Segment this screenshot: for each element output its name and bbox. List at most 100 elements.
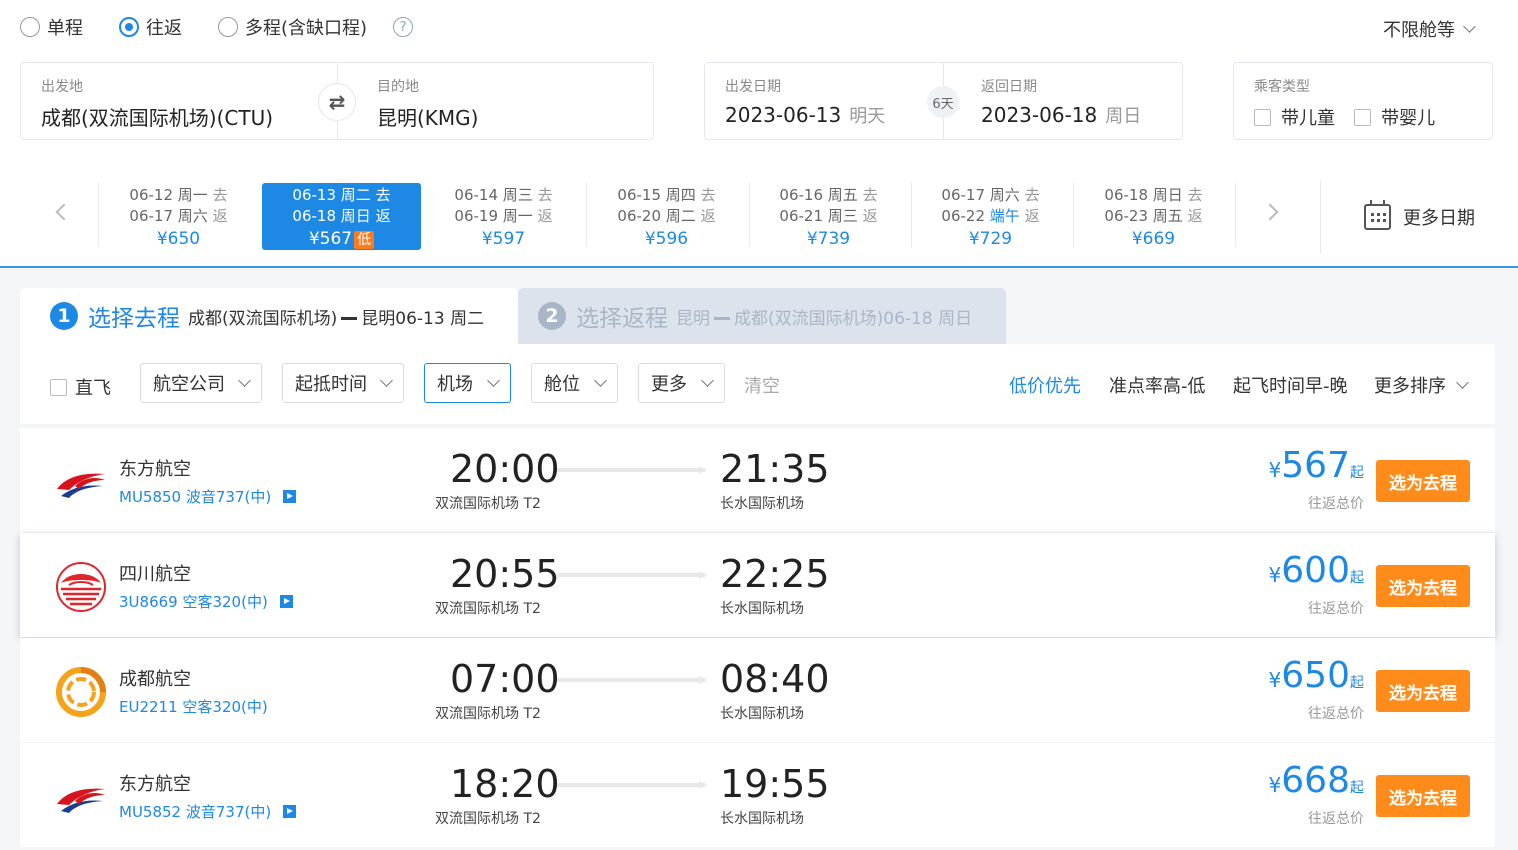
return-date-value: 2023-06-18 周日 (981, 103, 1142, 127)
more-dates-button[interactable]: 更多日期 (1320, 180, 1518, 254)
round-trip-price: ¥567起 (1268, 445, 1364, 486)
date-option[interactable]: 06-14 周三 去 06-19 周一 返 ¥597 (424, 183, 583, 250)
chevron-right-icon[interactable] (1261, 203, 1279, 221)
step-tabs: 1 选择去程 成都(双流国际机场) 昆明06-13 周二 2 选择返程 昆明 成都(… (20, 288, 1495, 344)
trip-type-roundtrip[interactable]: 往返 (119, 14, 182, 40)
date-option[interactable]: 06-17 周六 去 06-22 端午 返 ¥729 (911, 183, 1070, 250)
arrival-time: 21:35 (720, 447, 830, 491)
help-icon[interactable]: ? (393, 17, 414, 37)
trip-type-label: 多程(含缺口程) (245, 18, 368, 39)
flight-row[interactable]: 四川航空 3U8669 空客320(中) 20:55 双流国际机场 T2 22:25 长水… (20, 533, 1495, 637)
with-infant-checkbox[interactable]: 带婴儿 (1354, 104, 1435, 130)
trip-type-oneway[interactable]: 单程 (20, 14, 83, 40)
date-price: ¥650 (156, 229, 201, 249)
sort-low-price[interactable]: 低价优先 (1009, 372, 1081, 398)
trip-type-multi[interactable]: 多程(含缺口程) (218, 14, 367, 40)
arrival-airport: 长水国际机场 (720, 706, 804, 722)
back-date: 06-20 周二 返 (617, 207, 716, 225)
video-play-icon[interactable] (279, 595, 293, 608)
flight-row[interactable]: 成都航空 EU2211 空客320(中) 07:00 双流国际机场 T2 08:40 长水… (20, 638, 1495, 742)
select-outbound-button[interactable]: 选为去程 (1376, 775, 1470, 817)
destination-value: 昆明(KMG) (377, 106, 479, 130)
price-block: ¥650起往返总价 (1269, 656, 1364, 723)
return-date-field[interactable]: 返回日期 2023-06-18 周日 (981, 76, 1141, 128)
sort-depart-time[interactable]: 起飞时间早-晚 (1233, 372, 1348, 398)
origin-field[interactable]: 出发地 成都(双流国际机场)(CTU) (41, 76, 273, 131)
results-panel: 1 选择去程 成都(双流国际机场) 昆明06-13 周二 2 选择返程 昆明 成都(… (20, 288, 1495, 850)
go-date: 06-14 周三 去 (454, 186, 553, 204)
date-option[interactable]: 06-18 周日 去 06-23 周五 返 ¥669 (1074, 183, 1233, 250)
price-block: ¥668起 往返总价 (1269, 761, 1364, 828)
airline-logo-icon (55, 561, 107, 613)
trip-days-badge: 6天 (927, 86, 959, 118)
airline-name: 东方航空 (119, 459, 191, 480)
round-trip-price: ¥600起 (1268, 550, 1364, 591)
cabin-class-select[interactable]: 不限舱等 (1383, 16, 1476, 42)
destination-field[interactable]: 目的地 昆明(KMG) (377, 76, 478, 131)
departure-airport: 双流国际机场 T2 (435, 811, 541, 827)
airline-filter[interactable]: 航空公司 (140, 363, 262, 403)
airline-logo-icon (55, 771, 107, 823)
video-play-icon[interactable] (283, 490, 297, 503)
low-price-badge: 低 (354, 231, 375, 249)
chevron-down-icon (701, 374, 714, 387)
filter-bar: 直飞 航空公司 起抵时间 机场 舱位 更多 清空 低价优先 准点率高-低 起飞时… (20, 344, 1495, 424)
airline-name: 四川航空 (119, 564, 191, 585)
trip-type-label: 单程 (47, 18, 83, 39)
chevron-left-icon[interactable] (55, 203, 73, 221)
departure-airport: 双流国际机场 T2 (435, 601, 541, 617)
radio-icon (218, 17, 238, 37)
cabin-filter[interactable]: 舱位 (531, 363, 618, 403)
direct-flight-checkbox[interactable]: 直飞 (50, 374, 111, 400)
return-date-label: 返回日期 (981, 79, 1037, 95)
flight-path-line (557, 781, 707, 789)
airport-filter[interactable]: 机场 (424, 363, 511, 403)
date-price: ¥567 低 (262, 229, 421, 250)
more-filter[interactable]: 更多 (638, 363, 725, 403)
step-title: 选择去程 (88, 306, 180, 332)
round-trip-price: ¥668起 (1268, 760, 1364, 801)
date-option[interactable]: 06-12 周一 去 06-17 周六 返 ¥650 (99, 183, 258, 250)
flight-number-aircraft[interactable]: EU2211 空客320(中) (119, 696, 268, 717)
radio-checked-icon (119, 17, 139, 37)
video-play-icon[interactable] (283, 805, 297, 818)
date-option[interactable]: 06-13 周二 去 06-18 周日 返 ¥567 低 (262, 183, 421, 250)
route-box: 出发地 成都(双流国际机场)(CTU) ⇄ 目的地 昆明(KMG) (20, 62, 654, 140)
flight-number-aircraft[interactable]: 3U8669 空客320(中) (119, 591, 293, 612)
swap-icon[interactable]: ⇄ (318, 83, 356, 121)
flight-number-aircraft[interactable]: MU5852 波音737(中) (119, 801, 297, 822)
tab-select-return[interactable]: 2 选择返程 昆明 成都(双流国际机场)06-18 周日 (518, 288, 1006, 344)
with-child-checkbox[interactable]: 带儿童 (1254, 104, 1335, 130)
price-note: 往返总价 (1308, 496, 1364, 512)
calendar-icon (1364, 200, 1391, 230)
checkbox-icon (1354, 108, 1372, 126)
more-sort-dropdown[interactable]: 更多排序 (1374, 372, 1469, 398)
flight-row[interactable]: 东方航空 MU5850 波音737(中) 20:00 双流国际机场 T2 21:35 长水… (20, 428, 1495, 532)
flight-row[interactable]: 东方航空 MU5852 波音737(中) 18:20 双流国际机场 T2 19:55 长水… (20, 743, 1495, 847)
chevron-down-icon (380, 374, 393, 387)
flight-number-aircraft[interactable]: MU5850 波音737(中) (119, 486, 297, 507)
flight-path-line (557, 676, 707, 684)
date-option[interactable]: 06-15 周四 去 06-20 周二 返 ¥596 (587, 183, 746, 250)
trip-type-label: 往返 (146, 18, 182, 39)
clear-filters-link[interactable]: 清空 (744, 372, 780, 398)
step-number: 1 (50, 302, 78, 330)
search-panel: 单程 往返 多程(含缺口程) ? 不限舱等 出发地 成都(双流国际机场)(CTU… (0, 0, 1518, 268)
date-price: ¥669 (1131, 229, 1176, 249)
date-option[interactable]: 06-16 周五 去 06-21 周三 返 ¥739 (749, 183, 908, 250)
depart-date-field[interactable]: 出发日期 2023-06-13 明天 (725, 76, 885, 128)
tab-select-outbound[interactable]: 1 选择去程 成都(双流国际机场) 昆明06-13 周二 (20, 288, 518, 344)
select-outbound-button[interactable]: 选为去程 (1376, 565, 1470, 607)
sort-punctuality[interactable]: 准点率高-低 (1109, 372, 1206, 398)
select-outbound-button[interactable]: 选为去程 (1376, 670, 1470, 712)
date-price: ¥729 (968, 229, 1013, 249)
airline-logo-icon (55, 666, 107, 718)
select-outbound-button[interactable]: 选为去程 (1376, 460, 1470, 502)
arrival-time: 19:55 (720, 762, 830, 806)
chevron-down-icon (487, 374, 500, 387)
chevron-down-icon (1456, 376, 1469, 389)
round-trip-price: ¥650起 (1268, 655, 1364, 696)
step-number: 2 (538, 302, 566, 330)
price-note: 往返总价 (1308, 706, 1364, 722)
time-filter[interactable]: 起抵时间 (282, 363, 404, 403)
